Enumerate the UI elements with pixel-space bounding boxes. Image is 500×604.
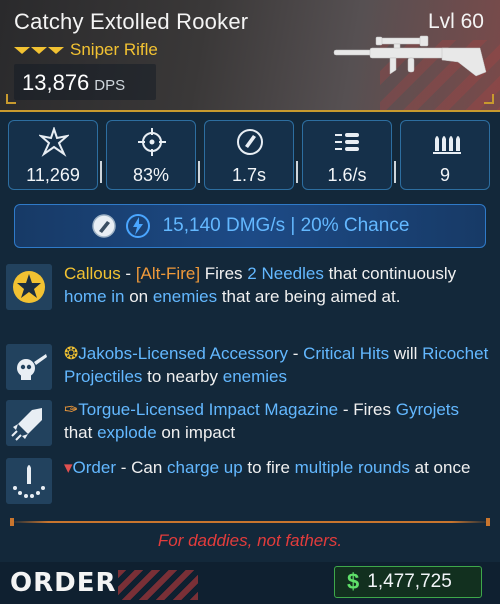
perk-name: Jakobs-Licensed Accessory (78, 344, 289, 363)
text-segment: that are being aimed at. (217, 287, 401, 306)
stat-fire-rate-value: 1.6/s (327, 165, 367, 185)
text-segment: to nearby (142, 367, 223, 386)
keyword: home in (64, 287, 125, 306)
damage-icon (39, 127, 69, 157)
perk-description: ▾Order - Can charge up to fire multiple … (64, 456, 490, 479)
keyword: Critical Hits (303, 344, 390, 363)
stat-reload-value: 1.7s (231, 165, 267, 185)
stat-magazine: 9 (400, 120, 490, 190)
perk-name: Callous (64, 264, 121, 283)
sniper-rifle-icon (333, 35, 487, 77)
keyword: enemies (152, 287, 218, 306)
text-segment: to fire (242, 458, 295, 477)
star-icon (6, 264, 52, 310)
item-level: Lvl 60 (427, 10, 484, 33)
dps-unit: DPS (94, 77, 126, 94)
divider (10, 518, 490, 526)
stat-damage-value: 11,269 (26, 165, 80, 185)
text-segment: - Fires (338, 400, 396, 419)
rarity-chevrons-icon (14, 46, 64, 54)
text-segment: Fires (200, 264, 248, 283)
item-type: Sniper Rifle (14, 40, 158, 60)
shock-element-icon (125, 214, 150, 238)
manufacturer-logo: ORDER (10, 568, 117, 598)
fire-rate-icon (335, 133, 359, 151)
stats-row: 11,269 83% 1.7s 1.6/s 9 (8, 120, 492, 192)
keyword: enemies (222, 367, 288, 386)
perk-name: Order (72, 458, 117, 477)
stat-accuracy: 83% (106, 120, 200, 190)
stat-accuracy-value: 83% (132, 165, 170, 185)
text-segment: on (124, 287, 153, 306)
stat-separator (394, 161, 396, 183)
text-segment: that (64, 423, 98, 442)
reload-icon (237, 129, 263, 155)
text-segment: will (389, 344, 423, 363)
bullet-element-icon (91, 214, 116, 238)
jakobs-logo-icon: ❂ (64, 344, 79, 363)
text-segment: - (120, 264, 136, 283)
keyword: explode (97, 423, 157, 442)
order-logo-icon: ▾ (64, 458, 73, 477)
alt-fire-tag: [Alt-Fire] (135, 264, 201, 283)
skull-icon (6, 344, 52, 390)
item-type-label: Sniper Rifle (70, 40, 158, 59)
currency-icon: $ (347, 569, 360, 594)
text-segment: - (288, 344, 304, 363)
magazine-icon (433, 136, 461, 154)
torgue-logo-icon: ✑ (64, 400, 79, 419)
keyword: 2 Needles (247, 264, 324, 283)
stat-fire-rate: 1.6/s (302, 120, 396, 190)
item-header: Catchy Extolled Rooker Lvl 60 Sniper Rif… (0, 0, 500, 112)
dps-box: 13,876 DPS (14, 64, 156, 100)
price-value: 1,477,725 (367, 571, 452, 592)
stat-separator (198, 161, 200, 183)
stat-reload: 1.7s (204, 120, 298, 190)
item-card: Catchy Extolled Rooker Lvl 60 Sniper Rif… (0, 0, 500, 604)
flavor-text: For daddies, not fathers. (157, 531, 343, 550)
perk-name: Torgue-Licensed Impact Magazine (78, 400, 339, 419)
keyword: multiple rounds (294, 458, 410, 477)
perk-description: ✑Torgue-Licensed Impact Magazine - Fires… (64, 398, 490, 444)
accuracy-icon (138, 128, 166, 156)
text-segment: that continuously (323, 264, 457, 283)
keyword: charge up (167, 458, 243, 477)
rocket-icon (6, 400, 52, 446)
elemental-text: 15,140 DMG/s | 20% Chance (162, 215, 410, 236)
text-segment: on impact (156, 423, 236, 442)
stat-separator (296, 161, 298, 183)
stat-magazine-value: 9 (439, 165, 450, 185)
manufacturer-accent (118, 570, 198, 600)
bullet-icon (6, 458, 52, 504)
text-segment: - Can (116, 458, 168, 477)
dps-value: 13,876 (22, 70, 90, 95)
price-box: $ 1,477,725 (334, 566, 482, 598)
item-name: Catchy Extolled Rooker (14, 9, 249, 34)
keyword: Gyrojets (395, 400, 460, 419)
text-segment: at once (409, 458, 471, 477)
perk-description: Callous - [Alt-Fire] Fires 2 Needles tha… (64, 262, 490, 308)
stat-separator (100, 161, 102, 183)
perk-description: ❂Jakobs-Licensed Accessory - Critical Hi… (64, 342, 490, 388)
stat-damage: 11,269 (8, 120, 102, 190)
elemental-effect-bar: 15,140 DMG/s | 20% Chance (14, 204, 486, 248)
corner-bracket-right (484, 94, 494, 104)
